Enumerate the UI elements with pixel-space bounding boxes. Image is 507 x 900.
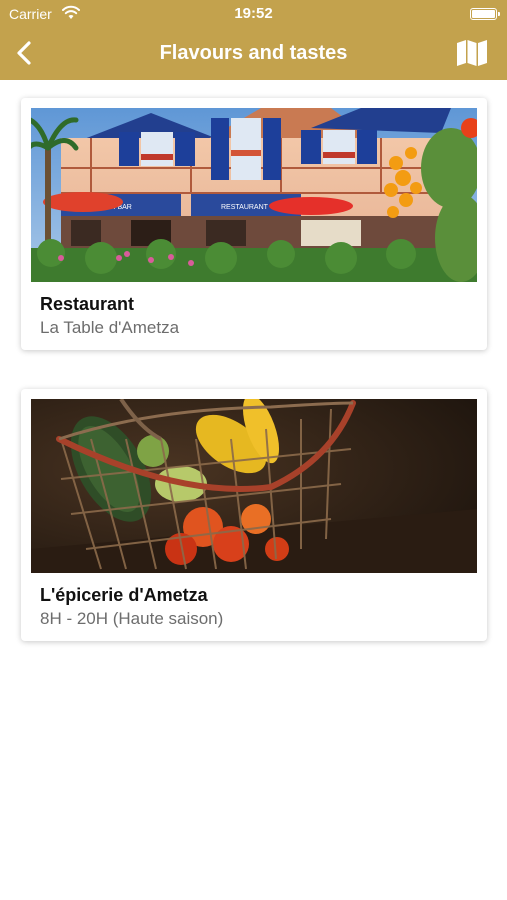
clock: 19:52: [234, 5, 273, 22]
place-title: L'épicerie d'Ametza: [40, 585, 208, 605]
navigation-bar: Flavours and tastes: [0, 28, 507, 80]
place-card-epicerie[interactable]: L'épicerie d'Ametza 8H - 20H (Haute sais…: [21, 389, 487, 641]
battery-icon: [470, 8, 500, 20]
vegetable-basket-photo: [31, 399, 477, 573]
restaurant-sign: RESTAURANT: [221, 204, 269, 211]
status-bar: Carrier 19:52: [0, 0, 507, 28]
place-title: Restaurant: [40, 294, 135, 314]
page-title: Flavours and tastes: [159, 42, 348, 64]
place-card-restaurant[interactable]: SNACK-BAR RESTAURANT: [21, 98, 487, 350]
map-icon[interactable]: [455, 38, 489, 68]
restaurant-photo: SNACK-BAR RESTAURANT: [31, 108, 477, 282]
place-subtitle: 8H - 20H (Haute saison): [40, 609, 224, 628]
place-subtitle: La Table d'Ametza: [40, 318, 180, 337]
